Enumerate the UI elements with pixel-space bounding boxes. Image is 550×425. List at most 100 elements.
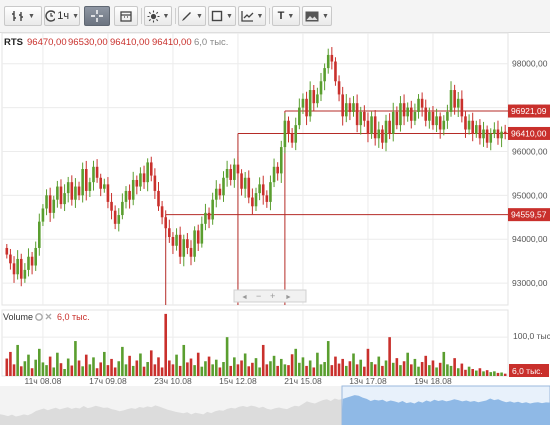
volume-bar: [446, 364, 449, 376]
volume-bar: [334, 356, 337, 376]
close-value: 96410,00: [152, 37, 192, 48]
volume-bar: [438, 362, 442, 376]
volume-bar: [45, 365, 48, 376]
volume-bar: [269, 361, 272, 376]
chart-area[interactable]: 98000,0097000,0096000,0095000,0094000,00…: [0, 0, 550, 425]
x-tick-label: 21ч 15.08: [284, 376, 322, 386]
volume-bar: [77, 360, 81, 376]
volume-bar: [196, 352, 200, 376]
zoom-out-button[interactable]: −: [256, 291, 261, 301]
x-tick-label: 13ч 17.08: [349, 376, 387, 386]
volume-title: Volume: [3, 312, 33, 322]
y-tick-label: 95000,00: [512, 190, 548, 200]
volume-bar: [478, 368, 482, 376]
volume-bar: [453, 358, 456, 376]
settings-icon[interactable]: [35, 313, 43, 321]
volume-bar: [395, 358, 399, 376]
volume-bar: [326, 341, 330, 376]
price-badge: 96410,00: [508, 126, 550, 140]
y-tick-label: 94000,00: [512, 234, 548, 244]
volume-bar: [63, 369, 66, 376]
volume-bar: [493, 371, 496, 376]
volume-bar: [287, 365, 290, 376]
volume-bar: [9, 351, 12, 376]
volume-badge-label: 6,0 тыс.: [512, 366, 543, 376]
volume-bar: [413, 358, 417, 376]
price-badge: 94559,57: [508, 208, 550, 222]
y-tick-label: 96000,00: [512, 146, 548, 156]
volume-bar: [500, 372, 503, 376]
volume-bar: [149, 350, 153, 376]
navigator[interactable]: [0, 385, 550, 425]
volume-bar: [131, 365, 135, 376]
volume-bar: [391, 362, 395, 376]
volume-bar: [128, 355, 131, 376]
volume-bar: [66, 358, 70, 376]
volume-bar: [207, 356, 211, 376]
price-badge-label: 96410,00: [511, 128, 547, 138]
volume-bar: [12, 364, 16, 376]
volume-bar: [428, 365, 431, 376]
volume-bar: [283, 364, 287, 376]
volume-bar: [146, 362, 149, 376]
volume-bar: [233, 357, 236, 376]
volume-bar: [117, 361, 121, 376]
open-value: 96470,00: [27, 37, 67, 48]
volume-bar: [370, 362, 373, 376]
x-tick-label: 17ч 09.08: [89, 376, 127, 386]
volume-bar: [402, 361, 406, 376]
volume-bar: [19, 366, 23, 376]
volume-bar: [323, 362, 326, 376]
volume-bar: [251, 362, 254, 376]
price-badge: 96921,09: [508, 104, 550, 118]
volume-bar: [229, 365, 233, 376]
volume-bar: [153, 364, 157, 376]
x-tick-label: 23ч 10.08: [154, 376, 192, 386]
volume-bar: [168, 360, 171, 376]
volume-bar: [41, 362, 45, 376]
volume-bar: [160, 367, 164, 376]
volume-bar: [442, 351, 446, 376]
volume-bar: [38, 348, 41, 376]
volume-bar: [247, 366, 251, 376]
volume-bar: [5, 358, 9, 376]
volume-bar: [193, 365, 196, 376]
volume-bar: [337, 363, 341, 376]
candle: [193, 226, 196, 262]
volume-bar: [363, 366, 366, 376]
volume-bar: [23, 361, 27, 376]
volume-bar: [222, 362, 225, 376]
volume-bar: [124, 364, 128, 376]
volume-bars: [5, 313, 507, 376]
volume-bar: [164, 313, 168, 376]
volume-bar: [272, 355, 276, 376]
volume-bar: [121, 346, 124, 376]
volume-bar: [211, 364, 214, 376]
volume-bar: [475, 370, 478, 376]
close-icon[interactable]: [45, 313, 52, 320]
volume-bar: [449, 365, 453, 376]
x-tick-label: 15ч 12.08: [219, 376, 257, 386]
volume-bar: [489, 372, 493, 376]
volume-bar: [139, 353, 142, 376]
volume-bar: [48, 356, 52, 376]
time-axis: 11ч 08.08 17ч 09.08 23ч 10.08 15ч 12.08 21ч …: [24, 376, 452, 386]
volume-bar: [225, 337, 229, 376]
volume-bar: [431, 360, 435, 376]
volume-bar: [88, 364, 92, 376]
volume-bar: [70, 365, 74, 376]
volume-bar: [399, 365, 402, 376]
scroll-right-button[interactable]: ►: [285, 294, 292, 301]
volume-bar: [99, 362, 103, 376]
zoom-in-button[interactable]: +: [270, 291, 275, 301]
price-badge-label: 96921,09: [511, 106, 547, 116]
volume-bar: [366, 348, 370, 376]
volume-bar: [471, 369, 474, 376]
volume-bar: [467, 366, 471, 376]
volume-bar: [460, 363, 464, 376]
volume-bar: [30, 368, 34, 376]
volume-axis-label: 100,0 тыс.: [513, 331, 550, 341]
scroll-left-button[interactable]: ◄: [241, 294, 248, 301]
volume-bar: [355, 364, 359, 376]
volume-bar: [409, 364, 413, 376]
